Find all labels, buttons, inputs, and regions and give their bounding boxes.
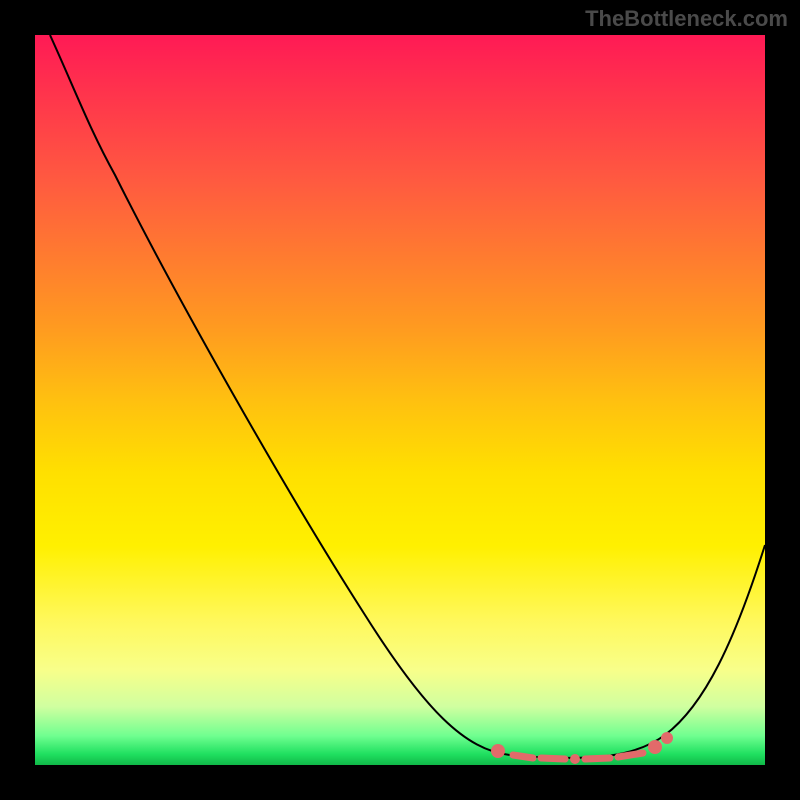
bottleneck-curve-svg: [35, 35, 765, 765]
optimal-point-dot: [570, 754, 580, 764]
optimal-point-dot: [661, 732, 673, 744]
optimal-point-dot: [491, 744, 505, 758]
chart-plot-area: [35, 35, 765, 765]
optimal-zone-dash: [541, 758, 565, 759]
optimal-zone-dash: [618, 753, 643, 757]
bottleneck-curve-path: [50, 35, 765, 758]
optimal-zone-dash: [585, 758, 610, 759]
watermark-text: TheBottleneck.com: [585, 6, 788, 32]
optimal-point-dot: [648, 740, 662, 754]
optimal-zone-dash: [513, 755, 533, 758]
